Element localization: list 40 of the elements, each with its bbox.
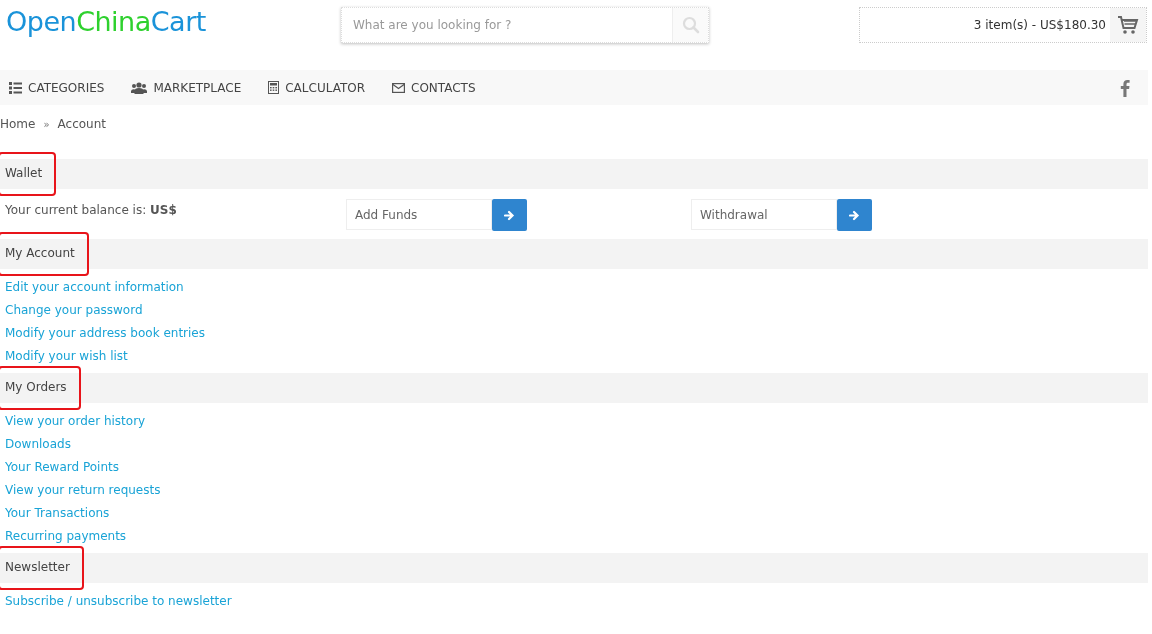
section-title: Newsletter — [0, 546, 84, 590]
nav-link[interactable]: CALCULATOR — [268, 80, 366, 95]
list-icon — [9, 81, 22, 94]
section-title: My Orders — [0, 366, 81, 410]
balance-text: Your current balance is: US$ — [4, 202, 178, 217]
search-field[interactable]: What are you looking for ? — [341, 7, 709, 43]
users-icon — [131, 81, 148, 94]
menu-link[interactable]: Downloads — [5, 436, 71, 452]
section-title: My Account — [0, 232, 89, 276]
menu-link[interactable]: Edit your account information — [5, 279, 184, 295]
menu-link[interactable]: View your order history — [5, 413, 146, 429]
cart-summary[interactable]: 3 item(s) - US$180.30 — [973, 18, 1106, 32]
arrow-right-icon — [849, 209, 860, 221]
menu-link[interactable]: Your Reward Points — [5, 459, 119, 475]
facebook-icon[interactable] — [1120, 78, 1130, 97]
menu-link[interactable]: Modify your address book entries — [5, 325, 205, 341]
menu-link[interactable]: Recurring payments — [5, 528, 127, 544]
breadcrumb-separator: » — [43, 118, 50, 130]
envelope-icon — [392, 82, 406, 93]
breadcrumb-link[interactable]: Account — [57, 117, 106, 131]
menu-link[interactable]: Change your password — [5, 302, 143, 318]
menu-link[interactable]: View your return requests — [5, 482, 161, 498]
submit-button[interactable] — [837, 199, 872, 231]
nav-link[interactable]: CONTACTS — [392, 80, 476, 95]
section-title: Wallet — [0, 152, 57, 196]
search-icon — [681, 16, 700, 34]
amount-field[interactable]: Add Funds — [346, 199, 492, 230]
arrow-right-icon — [504, 209, 515, 221]
cart-button[interactable] — [1110, 8, 1146, 42]
menu-link[interactable]: Your Transactions — [5, 505, 110, 521]
site-logo[interactable]: OpenChinaCart — [6, 6, 341, 37]
nav-link[interactable]: MARKETPLACE — [131, 80, 242, 95]
calculator-icon — [268, 81, 280, 94]
cart-icon — [1117, 15, 1139, 35]
nav-link[interactable]: CATEGORIES — [9, 80, 105, 95]
breadcrumb-link[interactable]: Home — [0, 117, 36, 131]
menu-link[interactable]: Subscribe / unsubscribe to newsletter — [5, 593, 232, 609]
amount-field[interactable]: Withdrawal — [691, 199, 837, 230]
menu-link[interactable]: Modify your wish list — [5, 348, 128, 364]
submit-button[interactable] — [492, 199, 527, 231]
